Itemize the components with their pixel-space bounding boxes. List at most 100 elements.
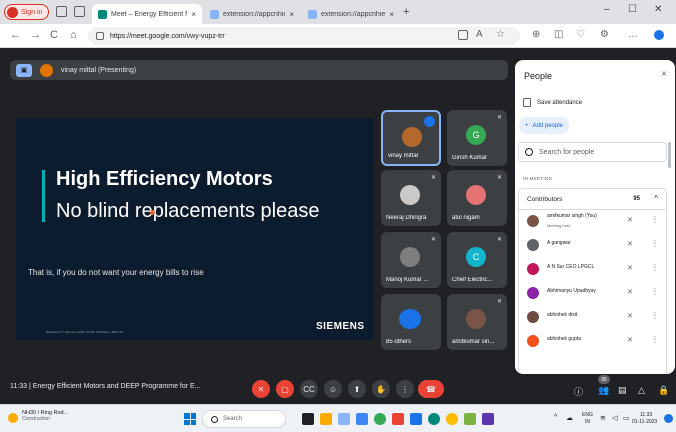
mic-off-icon[interactable]: ✕ [627, 264, 633, 272]
battery-icon[interactable]: ▭ [623, 414, 630, 422]
clock-time[interactable]: 11:33 [640, 412, 652, 418]
weather-widget[interactable]: NH30 / Ring Rod... Construction [8, 410, 68, 423]
mic-toggle-button[interactable]: ✕ [252, 380, 270, 398]
tray-overflow-icon[interactable]: ^ [554, 414, 557, 421]
add-people-button[interactable]: + Add people [519, 117, 569, 134]
more-icon[interactable]: ⋮ [651, 335, 659, 344]
meet-app-icon[interactable] [428, 413, 440, 425]
panel-scrollbar[interactable] [668, 142, 671, 168]
camera-in-use-icon[interactable] [458, 30, 468, 40]
settings-app-icon[interactable] [482, 413, 494, 425]
tab-close-icon[interactable]: × [389, 10, 394, 19]
mic-off-icon[interactable]: ✕ [627, 312, 633, 320]
profile-sign-in-button[interactable]: Sign in [4, 4, 50, 20]
mic-off-icon[interactable]: ✕ [627, 216, 633, 224]
avatar [527, 287, 539, 299]
wifi-icon[interactable]: ≋ [600, 414, 606, 422]
home-button[interactable]: ⌂ [70, 29, 77, 41]
more-icon[interactable]: ⋮ [651, 287, 659, 296]
volume-icon[interactable]: ◁ [612, 414, 617, 422]
more-icon[interactable]: ⋮ [651, 239, 659, 248]
list-item[interactable]: Abhimanyu Upadhyay ✕ ⋮ [519, 282, 668, 304]
notification-icon[interactable] [664, 414, 673, 423]
reader-icon[interactable]: A [476, 29, 483, 40]
participant-tile[interactable]: ✕ amitkumar sin... [447, 294, 507, 350]
minimize-button[interactable]: – [604, 4, 610, 15]
favorite-star-icon[interactable]: ☆ [496, 29, 505, 40]
present-button[interactable]: ⬆ [348, 380, 366, 398]
tab-actions-icon[interactable] [74, 6, 85, 17]
chat-icon[interactable]: ▤ [618, 385, 627, 396]
mic-off-icon[interactable]: ✕ [627, 336, 633, 344]
participant-count-badge: 95 [598, 375, 610, 384]
tab-close-icon[interactable]: × [289, 10, 294, 19]
meeting-details-icon[interactable]: ⓘ [574, 385, 583, 398]
taskbar-search-input[interactable]: Search [202, 410, 286, 428]
raise-hand-button[interactable]: ✋ [372, 380, 390, 398]
activities-icon[interactable]: △ [638, 385, 645, 396]
more-icon[interactable]: ⋮ [651, 311, 659, 320]
language-code[interactable]: ENG [582, 412, 593, 418]
mail-icon[interactable] [338, 413, 350, 425]
more-icon[interactable]: ⋮ [651, 263, 659, 272]
tab-close-icon[interactable]: × [191, 10, 196, 19]
captions-button[interactable]: CC [300, 380, 318, 398]
contributors-group-header[interactable]: Contributors 95 ^ [518, 188, 667, 210]
tab-extension-2[interactable]: extension://appcnhiefcidcdjeci × [302, 4, 400, 24]
chrome-icon[interactable] [374, 413, 386, 425]
list-item[interactable]: amitkumar singh (You) Meeting host ✕ ⋮ [519, 210, 668, 232]
close-window-button[interactable]: ✕ [654, 4, 662, 15]
forward-button[interactable]: → [30, 29, 41, 41]
app-icon[interactable] [464, 413, 476, 425]
save-attendance-button[interactable]: Save attendance [523, 98, 582, 107]
task-view-icon[interactable] [302, 413, 314, 425]
others-tile[interactable]: 85 others [381, 294, 441, 350]
emoji-reaction-button[interactable]: ☺ [324, 380, 342, 398]
start-button-icon[interactable] [184, 413, 196, 425]
participant-tile[interactable]: ✕ G Girish Kumar [447, 110, 507, 166]
participant-tile[interactable]: ✕ Manoj Kumar ... [381, 232, 441, 288]
people-search-input[interactable]: Search for people [518, 142, 667, 162]
cloud-icon[interactable]: ☁ [566, 414, 573, 422]
list-item[interactable]: abhishek gupta ✕ ⋮ [519, 330, 668, 352]
list-item[interactable]: A gangwar ✕ ⋮ [519, 234, 668, 256]
camera-toggle-button[interactable]: ▢ [276, 380, 294, 398]
copilot-icon[interactable] [654, 30, 664, 40]
participant-tile[interactable]: ✕ Neeraj Dhingra [381, 170, 441, 226]
extension-icon[interactable]: ⊕ [532, 29, 540, 40]
file-explorer-icon[interactable] [320, 413, 332, 425]
site-info-icon[interactable] [96, 32, 104, 40]
office-icon[interactable] [392, 413, 404, 425]
reload-button[interactable]: C [50, 29, 58, 41]
collections-icon[interactable]: ⚙ [600, 29, 609, 40]
maximize-button[interactable]: ☐ [628, 4, 637, 15]
participant-tile[interactable]: vinay mittal [381, 110, 441, 166]
new-tab-button[interactable]: + [403, 6, 409, 18]
close-panel-button[interactable]: × [661, 69, 667, 80]
workspaces-icon[interactable] [56, 6, 67, 17]
tab-extension-1[interactable]: extension://appcnhiefcidcdjeci × [204, 4, 300, 24]
teams-icon[interactable] [356, 413, 368, 425]
participant-tile[interactable]: ✕ C Chief Electric... [447, 232, 507, 288]
mic-off-icon[interactable]: ✕ [627, 240, 633, 248]
more-icon[interactable]: ⋮ [651, 215, 659, 224]
edge-icon[interactable] [410, 413, 422, 425]
host-controls-icon[interactable]: 🔒 [658, 385, 669, 396]
list-item[interactable]: A N Sar CEO LPGCL ✕ ⋮ [519, 258, 668, 280]
tab-meet[interactable]: Meet – Energy Efficient Mo × [92, 4, 202, 24]
clock-date[interactable]: 01-11-2023 [632, 419, 657, 425]
more-options-button[interactable]: ⋮ [396, 380, 414, 398]
chrome-canary-icon[interactable] [446, 413, 458, 425]
mic-off-icon[interactable]: ✕ [627, 288, 633, 296]
people-icon[interactable]: 👥 [598, 385, 609, 396]
participant-tile[interactable]: ✕ atul nigam [447, 170, 507, 226]
back-button[interactable]: ← [10, 29, 21, 41]
language-region[interactable]: IN [585, 419, 590, 425]
split-screen-icon[interactable]: ◫ [554, 29, 563, 40]
leave-call-button[interactable]: ☎ [418, 380, 444, 398]
more-options-icon[interactable]: … [628, 29, 638, 40]
favorites-icon[interactable]: ♡ [576, 29, 585, 40]
list-item[interactable]: abhishek dixit ✕ ⋮ [519, 306, 668, 328]
chevron-up-icon[interactable]: ^ [654, 194, 658, 203]
address-bar[interactable]: https://meet.google.com/vwy-vupz-trr [88, 27, 520, 45]
